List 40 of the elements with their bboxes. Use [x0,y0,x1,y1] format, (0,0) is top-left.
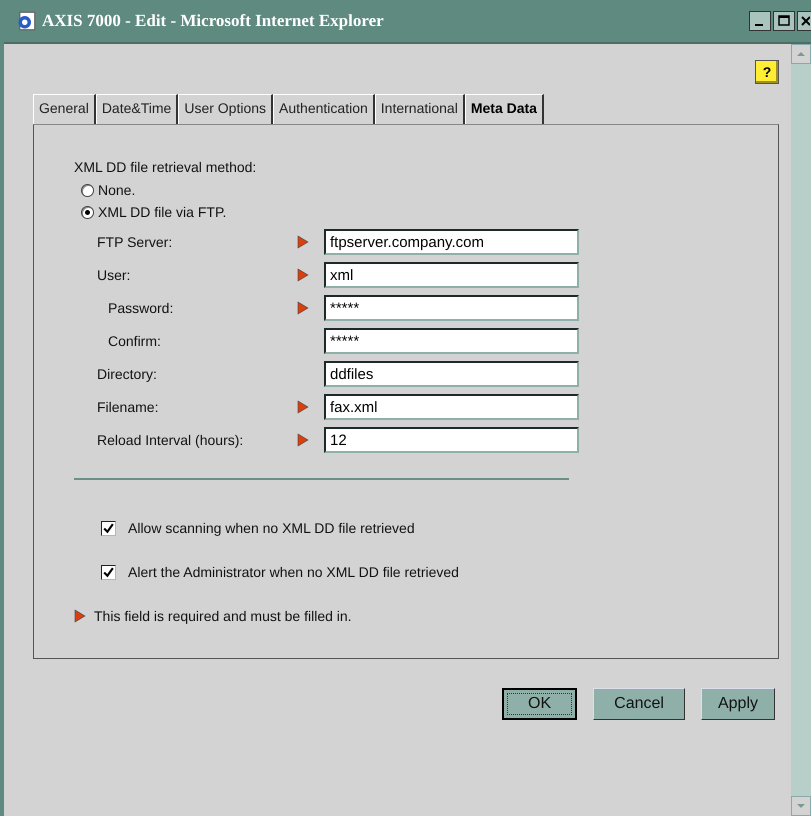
tab[interactable]: Date&Time [96,94,178,124]
close-icon[interactable] [797,11,811,31]
field-label: Confirm: [107,333,162,349]
window-title: AXIS 7000 - Edit - Microsoft Internet Explorer [42,11,385,31]
tab[interactable]: General [33,94,96,124]
minimize-icon[interactable] [749,11,771,31]
field-label: Filename: [97,399,160,415]
radio-label: XML DD file via FTP. [98,204,226,220]
maximize-icon[interactable] [773,11,795,31]
checkbox[interactable] [101,564,116,580]
field-label: Directory: [97,366,158,382]
checkbox-label: Alert the Administrator when no XML DD file retrieved [128,564,459,580]
help-button[interactable]: ? [755,60,779,84]
field-label: User: [97,267,132,283]
input-field[interactable]: ftpserver.company.com [324,229,579,255]
field-label: Reload Interval (hours): [97,432,244,448]
dialog-button[interactable]: Cancel [593,688,685,720]
tab[interactable]: User Options [178,94,274,124]
required-marker-icon [74,609,86,623]
dialog-button[interactable]: OK [502,688,578,720]
field-label: Password: [107,300,174,316]
tab[interactable]: Meta Data [464,94,544,124]
required-note: This field is required and must be filled in. [94,608,352,624]
section-label: XML DD file retrieval method: [74,159,258,175]
input-field[interactable]: ***** [324,328,579,354]
input-field[interactable]: ddfiles [324,361,579,387]
tab[interactable]: Authentication [273,94,375,124]
radio-label: None. [98,182,136,198]
field-label: FTP Server: [97,234,174,250]
checkbox-label: Allow scanning when no XML DD file retrieved [128,520,415,536]
radio-button[interactable] [81,184,94,196]
input-field[interactable]: ***** [324,295,579,321]
input-field[interactable]: xml [324,262,579,288]
checkbox[interactable] [101,520,116,536]
radio-button[interactable] [81,206,94,218]
tab[interactable]: International [374,94,465,124]
input-field[interactable]: fax.xml [324,394,579,420]
dialog-button[interactable]: Apply [700,688,775,720]
browser-icon [16,11,36,31]
input-field[interactable]: 12 [324,427,579,453]
